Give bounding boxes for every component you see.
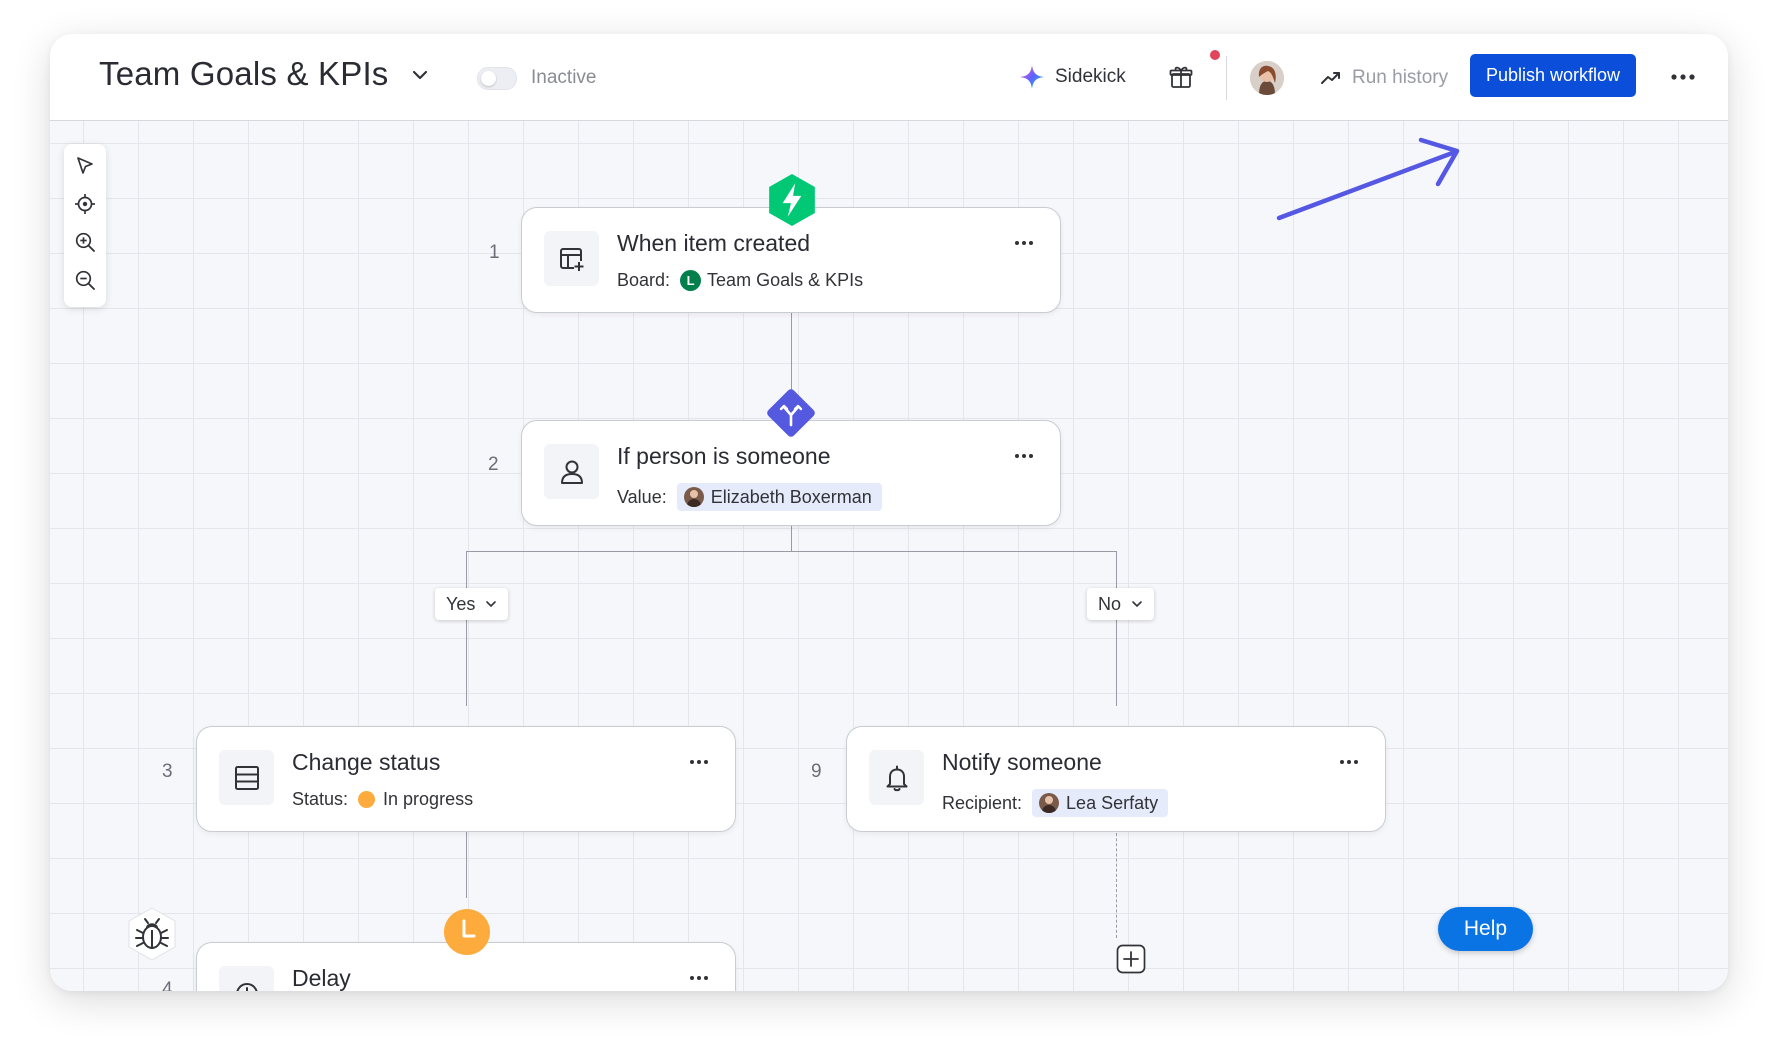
sidekick-button[interactable]: Sidekick (1019, 60, 1126, 94)
recipient-label: Recipient: (942, 792, 1023, 813)
clock-badge-icon (444, 909, 490, 955)
branch-yes-dropdown[interactable]: Yes (435, 588, 509, 620)
action-title: Delay (292, 965, 351, 991)
zoom-out-icon[interactable] (73, 268, 97, 292)
bug-icon[interactable] (124, 906, 180, 962)
action-card-change-status[interactable]: Change status Status: In progress (196, 726, 736, 832)
card-more-icon[interactable] (685, 968, 713, 988)
connector-line (1116, 551, 1117, 706)
more-options-icon[interactable] (1666, 62, 1700, 92)
trigger-board-label: Board: (617, 270, 671, 290)
run-history-button[interactable]: Run history (1320, 61, 1448, 95)
person-chip[interactable]: Lea Serfaty (1032, 789, 1169, 817)
card-more-icon[interactable] (1010, 446, 1038, 466)
activation-status-label: Inactive (531, 67, 597, 88)
branch-yes-label: Yes (446, 593, 476, 614)
workflow-title[interactable]: Team Goals & KPIs (99, 55, 389, 93)
chevron-down-icon[interactable] (408, 63, 432, 87)
connector-line (466, 828, 467, 898)
trend-up-icon (1321, 72, 1340, 84)
workflow-canvas[interactable]: 1 When item created Board: L Team Goals … (50, 121, 1728, 991)
gift-icon[interactable] (1168, 64, 1194, 90)
condition-title: If person is someone (617, 443, 831, 469)
chevron-down-icon (1132, 601, 1142, 608)
publish-workflow-button[interactable]: Publish workflow (1470, 54, 1636, 97)
canvas-toolbar (64, 144, 106, 307)
workflow-editor-window: Team Goals & KPIs Inactive Sidekick Run … (50, 34, 1728, 991)
lightning-icon (769, 174, 815, 226)
focus-target-icon[interactable] (73, 192, 97, 216)
activation-toggle[interactable] (477, 67, 517, 90)
status-option[interactable]: In progress (358, 789, 473, 810)
card-more-icon[interactable] (685, 752, 713, 772)
connector-dashed-line (1116, 828, 1117, 938)
run-history-label: Run history (1352, 67, 1449, 88)
toolbar-divider (1226, 56, 1227, 100)
branch-no-label: No (1098, 593, 1122, 614)
user-avatar[interactable] (1250, 61, 1284, 95)
person-icon (544, 444, 599, 499)
recipient-value: Recipient: Lea Serfaty (942, 789, 1169, 817)
trigger-board: Board: L Team Goals & KPIs (617, 270, 863, 291)
chevron-down-icon (486, 601, 497, 608)
card-more-icon[interactable] (1010, 233, 1038, 253)
person-chip[interactable]: Elizabeth Boxerman (676, 483, 882, 511)
notification-dot (1210, 50, 1220, 60)
person-chip-name: Lea Serfaty (1066, 792, 1159, 813)
status-option-label: In progress (383, 789, 474, 809)
connector-line (466, 551, 1117, 552)
action-title: Change status (292, 749, 441, 775)
step-number: 2 (488, 454, 499, 475)
board-add-icon (544, 231, 599, 286)
add-step-icon[interactable] (1116, 944, 1146, 974)
connector-line (791, 525, 792, 552)
trigger-board-value[interactable]: Team Goals & KPIs (707, 270, 863, 291)
condition-value-label: Value: (617, 486, 667, 507)
step-number: 3 (162, 761, 173, 782)
status-column-icon (219, 750, 274, 805)
step-number: 4 (162, 979, 173, 991)
status-color-dot (358, 791, 376, 808)
trigger-title: When item created (617, 230, 811, 256)
condition-value: Value: Elizabeth Boxerman (617, 483, 882, 511)
avatar (1039, 793, 1060, 813)
sidekick-label: Sidekick (1055, 66, 1126, 87)
avatar (683, 487, 704, 507)
bell-icon (869, 750, 924, 805)
top-bar: Team Goals & KPIs Inactive Sidekick Run … (50, 34, 1728, 121)
help-button[interactable]: Help (1438, 907, 1533, 951)
status-label: Status: (292, 789, 349, 809)
step-number: 1 (489, 242, 500, 263)
card-more-icon[interactable] (1335, 752, 1363, 772)
board-badge: L (680, 270, 702, 291)
status-value: Status: In progress (292, 789, 473, 810)
branch-no-dropdown[interactable]: No (1087, 588, 1155, 620)
connector-line (466, 551, 467, 706)
person-chip-name: Elizabeth Boxerman (710, 486, 872, 507)
zoom-in-icon[interactable] (73, 230, 97, 254)
action-title: Notify someone (942, 749, 1102, 775)
clock-icon (219, 966, 274, 991)
pointer-icon[interactable] (73, 154, 97, 178)
step-number: 9 (811, 761, 822, 782)
sparkle-icon (1020, 65, 1044, 89)
action-card-notify[interactable]: Notify someone Recipient: Lea Serfaty (846, 726, 1386, 832)
branch-icon (767, 389, 815, 437)
